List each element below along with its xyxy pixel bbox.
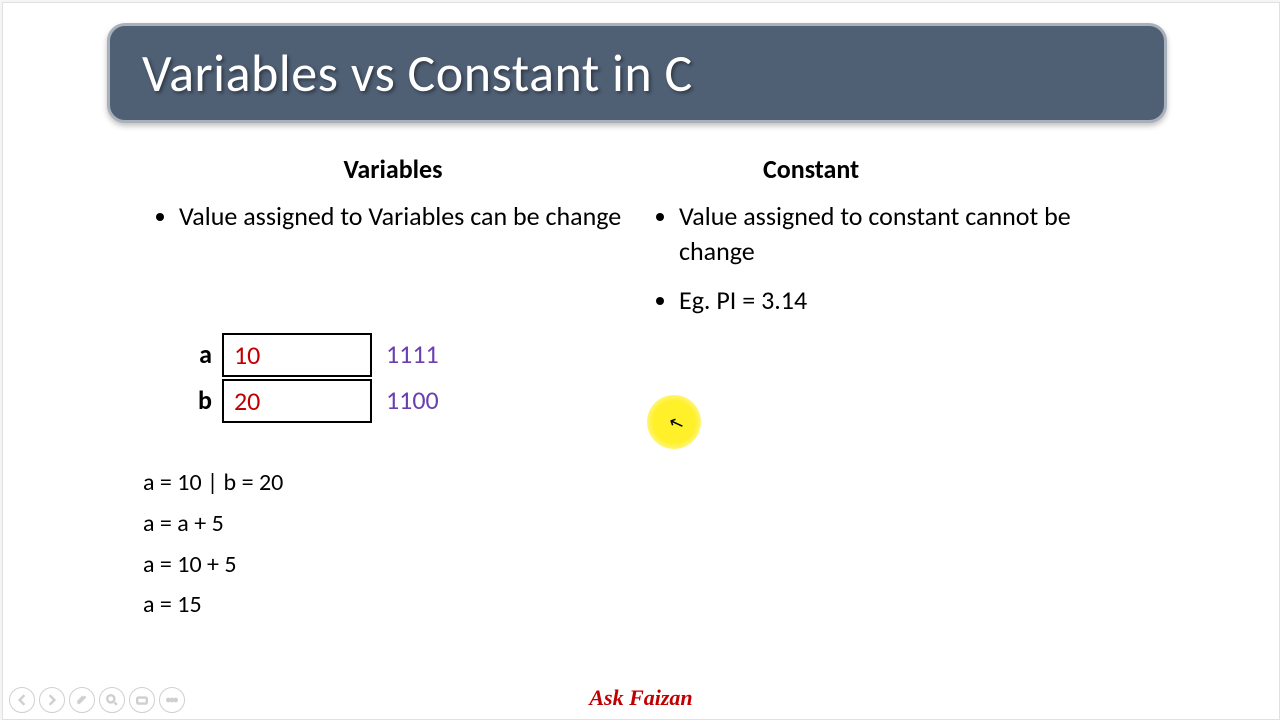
- bullet-item: Value assigned to constant cannot be cha…: [679, 199, 1143, 269]
- memory-row: a 10 1111: [178, 331, 476, 377]
- next-slide-button[interactable]: [39, 687, 65, 713]
- zoom-tool-button[interactable]: [99, 687, 125, 713]
- variables-column: Variables Value assigned to Variables ca…: [143, 153, 643, 332]
- constant-heading: Constant: [643, 153, 1143, 185]
- variables-bullets: Value assigned to Variables can be chang…: [143, 199, 643, 234]
- variables-heading: Variables: [143, 153, 643, 185]
- menu-icon: [166, 694, 178, 706]
- constant-column: Constant Value assigned to constant cann…: [643, 153, 1143, 332]
- pen-tool-button[interactable]: [69, 687, 95, 713]
- var-addr-b: 1100: [372, 384, 476, 416]
- subtitle-icon: [136, 694, 148, 706]
- var-value-a: 10: [222, 333, 372, 377]
- var-label-b: b: [178, 384, 222, 416]
- code-line: a = a + 5: [143, 504, 283, 545]
- chevron-left-icon: [16, 694, 28, 706]
- code-line: a = 15: [143, 585, 283, 626]
- subtitle-toggle-button[interactable]: [129, 687, 155, 713]
- slide-title: Variables vs Constant in C: [142, 41, 693, 105]
- code-line: a = 10 | b = 20: [143, 463, 283, 504]
- pen-icon: [76, 694, 88, 706]
- zoom-icon: [106, 694, 118, 706]
- prev-slide-button[interactable]: [9, 687, 35, 713]
- memory-table: a 10 1111 b 20 1100: [178, 331, 476, 423]
- chevron-right-icon: [46, 694, 58, 706]
- brand-footer: Ask Faizan: [589, 685, 692, 711]
- code-line: a = 10 + 5: [143, 545, 283, 586]
- var-value-b: 20: [222, 379, 372, 423]
- slide-menu-button[interactable]: [159, 687, 185, 713]
- memory-row: b 20 1100: [178, 377, 476, 423]
- bullet-item: Eg. PI = 3.14: [679, 283, 1143, 318]
- title-bar: Variables vs Constant in C: [107, 23, 1167, 123]
- constant-bullets: Value assigned to constant cannot be cha…: [643, 199, 1143, 318]
- content-columns: Variables Value assigned to Variables ca…: [143, 153, 1143, 332]
- var-label-a: a: [178, 338, 222, 370]
- code-lines: a = 10 | b = 20 a = a + 5 a = 10 + 5 a =…: [143, 463, 283, 626]
- var-addr-a: 1111: [372, 338, 476, 370]
- slide: Variables vs Constant in C Variables Val…: [2, 2, 1280, 720]
- bullet-item: Value assigned to Variables can be chang…: [179, 199, 643, 234]
- presenter-toolbar: [9, 687, 185, 713]
